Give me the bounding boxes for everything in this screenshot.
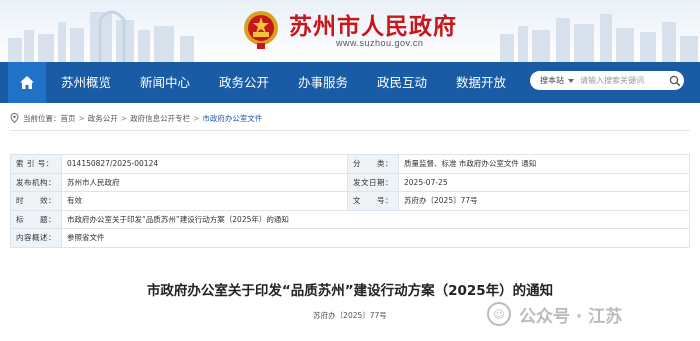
watermark-text: 公众号 · 江苏 — [519, 306, 623, 327]
breadcrumb-separator: > — [78, 113, 85, 123]
search-category-select[interactable]: 搜本站 — [530, 75, 568, 86]
breadcrumb-home[interactable]: 首页 — [61, 113, 76, 124]
meta-value-title: 市政府办公室关于印发“品质苏州”建设行动方案（2025年）的通知 — [61, 209, 690, 229]
nav-item-news[interactable]: 新闻中心 — [140, 62, 190, 103]
table-row: 内容概述： 参照省文件 — [10, 228, 690, 248]
nav-item-open-data[interactable]: 数据开放 — [456, 62, 506, 103]
table-row: 索 引 号： 014150827/2025-00124 分 类： 质量监督、标准… — [10, 154, 690, 174]
breadcrumb-gov-affairs[interactable]: 政务公开 — [88, 113, 118, 124]
nav-item-gov-affairs[interactable]: 政务公开 — [219, 62, 269, 103]
table-row: 时 效： 有效 文 号： 苏府办〔2025〕77号 — [10, 191, 690, 211]
meta-key-title: 标 题： — [10, 209, 62, 229]
document-meta-table: 索 引 号： 014150827/2025-00124 分 类： 质量监督、标准… — [10, 154, 690, 248]
breadcrumb-separator: > — [193, 113, 200, 123]
document-title: 市政府办公室关于印发“品质苏州”建设行动方案（2025年）的通知 — [146, 283, 554, 299]
meta-key-index: 索 引 号： — [10, 154, 62, 174]
meta-value-category: 质量监督、标准 市政府办公室文件 通知 — [398, 154, 690, 174]
breadcrumb-info-column[interactable]: 政府信息公开专栏 — [130, 113, 190, 124]
meta-key-validity: 时 效： — [10, 191, 62, 211]
meta-value-date: 2025-07-25 — [398, 172, 690, 192]
meta-key-doc-number: 文 号： — [347, 191, 399, 211]
watermark-logo-icon: ☺ — [487, 302, 511, 326]
meta-value-doc-number: 苏府办〔2025〕77号 — [398, 191, 690, 211]
site-url: www.suzhou.gov.cn — [336, 38, 424, 48]
table-row: 发布机构： 苏州市人民政府 发文日期： 2025-07-25 — [10, 172, 690, 192]
site-header: 苏州市人民政府 www.suzhou.gov.cn — [0, 0, 700, 62]
search-box: 搜本站 — [530, 71, 684, 90]
meta-key-publisher: 发布机构： — [10, 172, 62, 192]
breadcrumb-separator: > — [120, 113, 128, 123]
meta-value-publisher: 苏州市人民政府 — [61, 172, 348, 192]
national-emblem-icon — [244, 11, 278, 49]
divider — [10, 130, 690, 131]
meta-value-validity: 有效 — [61, 191, 348, 211]
search-icon[interactable] — [669, 75, 681, 87]
meta-value-index: 014150827/2025-00124 — [61, 154, 348, 174]
breadcrumb-current[interactable]: 市政府办公室文件 — [202, 113, 262, 124]
breadcrumb-prefix: 当前位置： — [23, 113, 61, 123]
nav-home-button[interactable] — [8, 62, 46, 103]
meta-key-summary: 内容概述： — [10, 228, 62, 248]
meta-key-date: 发文日期： — [347, 172, 399, 192]
site-title[interactable]: 苏州市人民政府 — [289, 7, 457, 41]
location-pin-icon — [10, 113, 19, 123]
table-row: 标 题： 市政府办公室关于印发“品质苏州”建设行动方案（2025年）的通知 — [10, 209, 690, 229]
watermark: ☺ 公众号 · 江苏 — [487, 299, 622, 329]
nav-item-services[interactable]: 办事服务 — [298, 62, 348, 103]
home-icon — [20, 76, 34, 89]
meta-value-summary: 参照省文件 — [61, 228, 690, 248]
nav-item-overview[interactable]: 苏州概览 — [61, 62, 111, 103]
search-input[interactable] — [580, 76, 668, 85]
breadcrumb: 当前位置： 首页 > 政务公开 > 政府信息公开专栏 > 市政府办公室文件 — [10, 111, 262, 125]
chevron-down-icon[interactable] — [568, 78, 574, 83]
meta-key-category: 分 类： — [347, 154, 399, 174]
nav-item-interaction[interactable]: 政民互动 — [377, 62, 427, 103]
